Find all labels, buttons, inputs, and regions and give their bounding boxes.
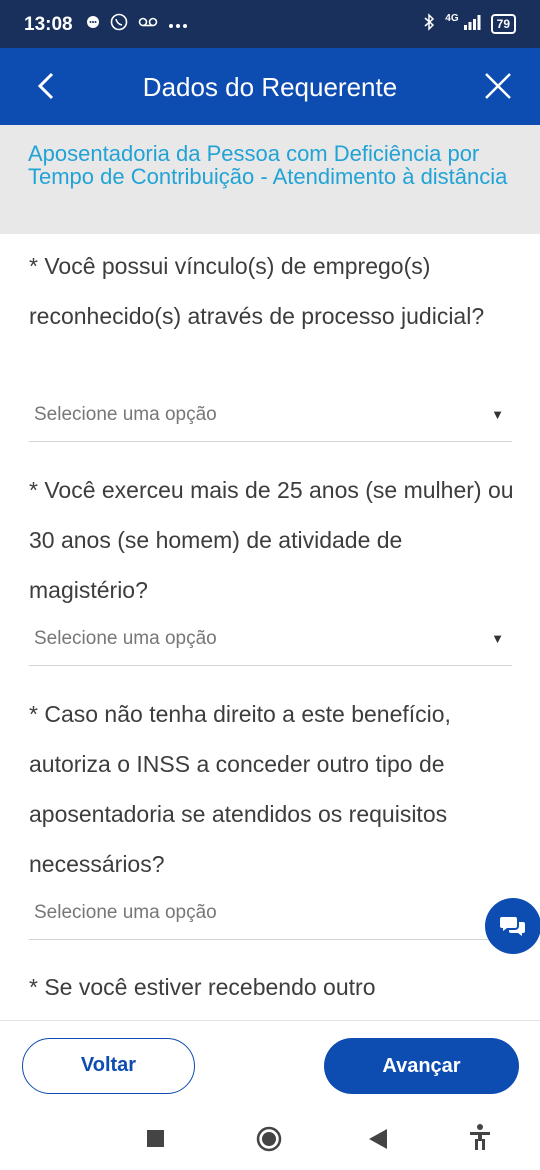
dropdown-arrow-icon: ▼ [491,631,504,646]
service-banner: Aposentadoria da Pessoa com Deficiência … [0,125,540,234]
whatsapp-icon [110,13,128,36]
status-bar: 13:08 4G 79 [0,0,540,48]
system-nav-bar [0,1104,540,1170]
voicemail-icon [138,15,158,34]
question-2-select[interactable]: Selecione uma opção ▼ [29,616,512,666]
avancar-button[interactable]: Avançar [324,1038,519,1094]
app-bar: Dados do Requerente [0,48,540,125]
back-nav-button[interactable] [369,1129,387,1154]
network-label: 4G [445,13,459,24]
more-dots-icon [168,16,188,34]
action-bar: Voltar Avançar [0,1020,540,1104]
question-3-label: * Caso não tenha direito a este benefíci… [29,701,451,877]
question-1-label: * Você possui vínculo(s) de emprego(s) r… [29,253,485,329]
home-button[interactable] [256,1126,282,1157]
question-3-select[interactable]: Selecione uma opção [29,890,512,940]
question-1-select[interactable]: Selecione uma opção ▼ [29,392,512,442]
status-icons-right: 4G 79 [423,13,516,34]
select-placeholder: Selecione uma opção [34,902,217,923]
question-4-label: * Se você estiver recebendo outro [29,974,376,1000]
dropdown-arrow-icon: ▼ [491,407,504,422]
close-icon [485,73,511,99]
status-icons-left [86,13,188,36]
select-placeholder: Selecione uma opção [34,404,217,425]
service-name: Aposentadoria da Pessoa com Deficiência … [28,141,508,189]
battery-icon: 79 [490,13,516,34]
voltar-button[interactable]: Voltar [22,1038,195,1094]
square-icon [147,1130,164,1147]
signal-icon [463,14,481,33]
recents-button[interactable] [147,1130,164,1152]
home-circle-icon [256,1126,282,1152]
chat-icon [500,917,525,936]
triangle-back-icon [369,1129,387,1149]
question-2-label: * Você exerceu mais de 25 anos (se mulhe… [29,477,514,603]
accessibility-icon [470,1124,490,1150]
bluetooth-icon [423,13,435,34]
accessibility-button[interactable] [469,1124,491,1155]
select-placeholder: Selecione uma opção [34,628,217,649]
page-title: Dados do Requerente [142,72,398,102]
close-button[interactable] [478,66,518,106]
chat-button[interactable] [485,898,540,954]
chat-bubble-icon [86,15,100,34]
status-time: 13:08 [24,14,73,35]
form-content[interactable]: * Você possui vínculo(s) de emprego(s) r… [0,234,540,1020]
